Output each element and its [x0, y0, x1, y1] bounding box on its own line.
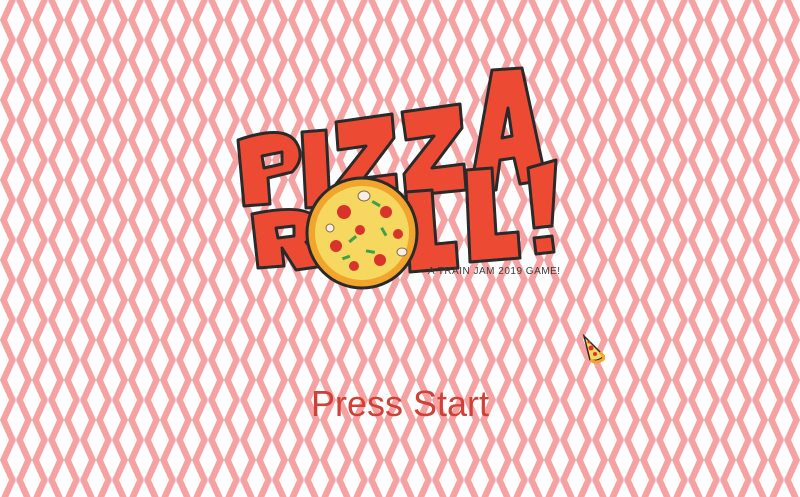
press-start-button[interactable]: Press Start [0, 384, 800, 424]
pizza-slice-cursor-icon [580, 333, 608, 364]
logo-subtitle: A TRAIN JAM 2019 GAME! [428, 266, 561, 277]
pizza-icon [305, 176, 419, 290]
pizza-roll-logo: PIZZA ROLL! [230, 62, 580, 294]
title-screen: PIZZA ROLL! [0, 0, 800, 497]
logo-graphic: A TRAIN JAM 2019 GAME! [236, 66, 561, 290]
